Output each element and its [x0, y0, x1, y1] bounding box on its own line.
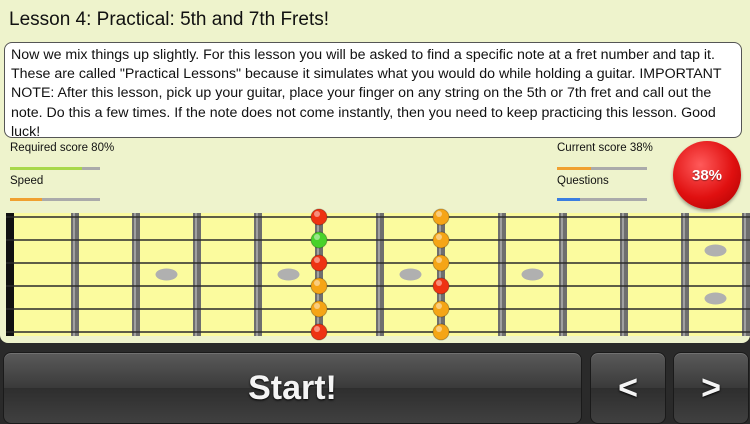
- required-score-fill: [10, 167, 82, 170]
- questions-bar: [557, 198, 647, 201]
- start-button[interactable]: Start!: [3, 352, 582, 424]
- note-marker[interactable]: [310, 277, 328, 295]
- note-marker[interactable]: [432, 323, 450, 341]
- score-badge-text: 38%: [691, 166, 723, 184]
- fret-wire-highlight: [561, 213, 563, 336]
- current-score-bar: [557, 167, 647, 170]
- note-marker-shine: [436, 211, 442, 217]
- next-button[interactable]: >: [673, 352, 749, 424]
- note-marker-shine: [314, 211, 320, 217]
- note-marker-shine: [436, 257, 442, 263]
- controls-bar: Start! < >: [0, 348, 750, 424]
- speed-fill: [10, 198, 42, 201]
- note-marker[interactable]: [310, 254, 328, 272]
- inlay-dot: [399, 268, 422, 281]
- note-marker-shine: [314, 257, 320, 263]
- note-marker-shine: [314, 303, 320, 309]
- fret-wire-highlight: [195, 213, 197, 336]
- fret-wire-highlight: [439, 213, 441, 336]
- note-marker-shine: [436, 234, 442, 240]
- fret-wire-highlight: [744, 213, 746, 336]
- note-marker-shine: [436, 303, 442, 309]
- fret-wire-highlight: [622, 213, 624, 336]
- questions-fill: [557, 198, 580, 201]
- note-marker[interactable]: [432, 208, 450, 226]
- speed-label: Speed: [10, 175, 44, 187]
- fret-wire-highlight: [256, 213, 258, 336]
- note-marker[interactable]: [432, 231, 450, 249]
- current-score-fill: [557, 167, 592, 170]
- note-marker[interactable]: [432, 300, 450, 318]
- fretboard[interactable]: [0, 207, 750, 342]
- note-marker[interactable]: [310, 323, 328, 341]
- note-marker[interactable]: [310, 300, 328, 318]
- speed-bar: [10, 198, 100, 201]
- lesson-panel: Lesson 4: Practical: 5th and 7th Frets! …: [0, 0, 750, 343]
- inlay-dot: [704, 292, 727, 305]
- inlay-dot: [277, 268, 300, 281]
- note-marker[interactable]: [432, 254, 450, 272]
- fret-wire-highlight: [134, 213, 136, 336]
- lesson-title: Lesson 4: Practical: 5th and 7th Frets!: [9, 9, 330, 30]
- fret-wire-highlight: [683, 213, 685, 336]
- fret-wire-highlight: [500, 213, 502, 336]
- required-score-bar: [10, 167, 100, 170]
- note-marker[interactable]: [310, 208, 328, 226]
- nut: [6, 213, 14, 336]
- lesson-description: Now we mix things up slightly. For this …: [4, 42, 742, 138]
- inlay-dot: [521, 268, 544, 281]
- note-marker[interactable]: [432, 277, 450, 295]
- note-marker[interactable]: [310, 231, 328, 249]
- required-score-label: Required score 80%: [10, 142, 115, 154]
- score-badge: 38%: [668, 136, 746, 214]
- prev-button[interactable]: <: [590, 352, 666, 424]
- fretboard-svg[interactable]: [0, 207, 750, 342]
- inlay-dot: [155, 268, 178, 281]
- note-marker-shine: [436, 280, 442, 286]
- questions-label: Questions: [557, 175, 609, 187]
- inlay-dot: [704, 244, 727, 257]
- note-marker-shine: [314, 326, 320, 332]
- fret-wire-highlight: [73, 213, 75, 336]
- fret-wire-highlight: [317, 213, 319, 336]
- note-marker-shine: [436, 326, 442, 332]
- note-marker-shine: [314, 280, 320, 286]
- current-score-label: Current score 38%: [557, 142, 653, 154]
- fret-wire-highlight: [378, 213, 380, 336]
- note-marker-shine: [314, 234, 320, 240]
